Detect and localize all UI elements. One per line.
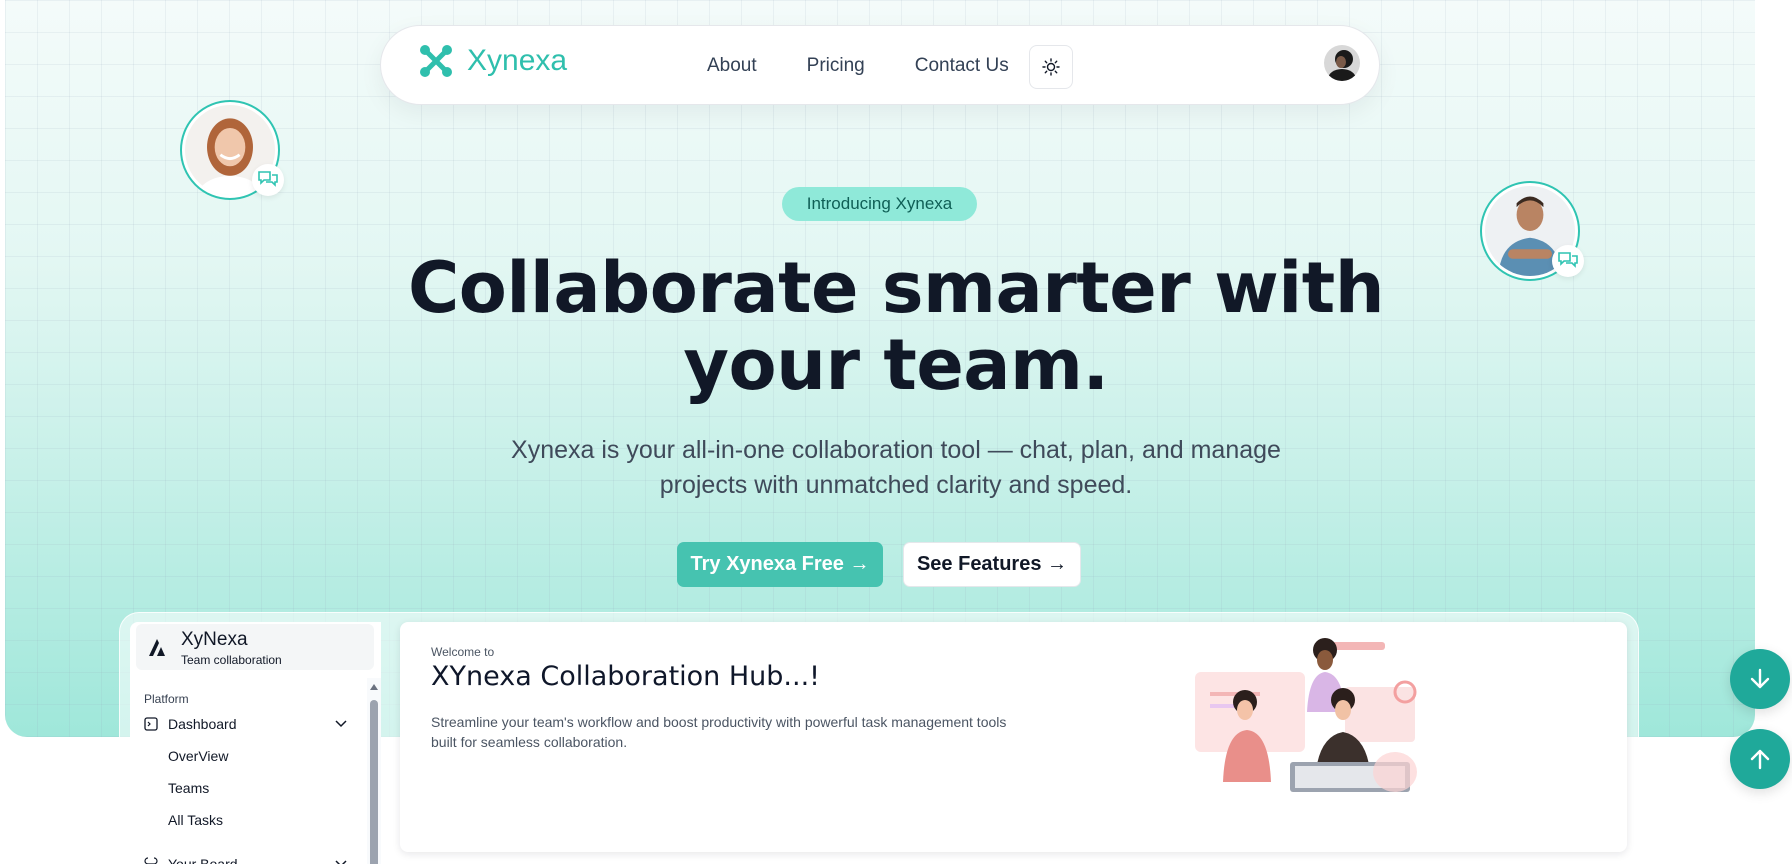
navbar: Xynexa About Pricing Contact Us xyxy=(380,25,1380,105)
arrow-down-icon xyxy=(1750,668,1770,689)
scroll-down-button[interactable] xyxy=(1730,649,1790,709)
hub-title: XYnexa Collaboration Hub...! xyxy=(431,661,820,692)
see-features-button[interactable]: See Features → xyxy=(903,542,1081,587)
hub-description-line-1: Streamline your team's workflow and boos… xyxy=(431,714,1007,730)
sidebar-section-label: Platform xyxy=(144,692,189,706)
nav-link-pricing[interactable]: Pricing xyxy=(807,55,865,77)
sidebar-item-dashboard[interactable]: Dashboard xyxy=(144,716,237,732)
sidebar-subitem-overview[interactable]: OverView xyxy=(168,748,228,764)
user-avatar-image xyxy=(1324,45,1360,81)
brand-name: Xynexa xyxy=(467,44,568,77)
hero-subtext-line-1: Xynexa is your all-in-one collaboration … xyxy=(511,436,1281,464)
intro-badge: Introducing Xynexa xyxy=(782,187,977,221)
hub-description-line-2: built for seamless collaboration. xyxy=(431,734,628,750)
hero-subtext: Xynexa is your all-in-one collaboration … xyxy=(446,433,1346,503)
hero-headline-line-1: Collaborate smarter with xyxy=(407,247,1385,329)
user-avatar[interactable] xyxy=(1324,45,1360,81)
sidebar-item-your-board[interactable]: Your Board xyxy=(144,856,238,864)
nav-link-contact[interactable]: Contact Us xyxy=(915,55,1009,77)
sidebar-scrollbar[interactable] xyxy=(367,678,381,864)
hub-description: Streamline your team's workflow and boos… xyxy=(431,712,1021,752)
command-icon xyxy=(144,857,158,864)
sidebar-subitem-all-tasks[interactable]: All Tasks xyxy=(168,812,223,828)
dashboard-icon xyxy=(144,717,158,731)
chevron-down-icon[interactable] xyxy=(335,720,347,728)
try-free-button[interactable]: Try Xynexa Free → xyxy=(677,542,883,587)
scrollbar-thumb[interactable] xyxy=(370,700,378,864)
nav-links: About Pricing Contact Us xyxy=(707,26,1009,106)
sidebar: XyNexa Team collaboration Platform Dashb… xyxy=(130,622,381,864)
workspace-logo-icon xyxy=(149,639,165,656)
floating-avatar-man xyxy=(1480,181,1584,281)
hero-headline-line-2: your team. xyxy=(683,324,1109,406)
brand-link[interactable]: Xynexa xyxy=(419,44,567,78)
chevron-down-icon[interactable] xyxy=(335,860,347,864)
welcome-label: Welcome to xyxy=(431,645,495,659)
sidebar-item-label: Your Board xyxy=(168,856,238,864)
hero-subtext-line-2: projects with unmatched clarity and spee… xyxy=(659,471,1133,499)
welcome-card: Welcome to XYnexa Collaboration Hub...! … xyxy=(400,622,1627,852)
scroll-up-button[interactable] xyxy=(1730,729,1790,789)
arrow-up-icon xyxy=(1750,749,1770,770)
team-collaboration-illustration xyxy=(1195,638,1417,792)
sidebar-subitem-teams[interactable]: Teams xyxy=(168,780,209,796)
sidebar-subtitle: Team collaboration xyxy=(181,653,282,667)
floating-avatar-woman xyxy=(180,100,284,200)
scroll-up-arrow-icon[interactable] xyxy=(370,684,378,690)
sun-icon xyxy=(1042,58,1060,76)
theme-toggle-button[interactable] xyxy=(1029,45,1073,89)
sidebar-title: XyNexa xyxy=(181,629,248,650)
chat-bubble-icon xyxy=(252,164,284,196)
xynexa-logo-icon xyxy=(420,45,452,77)
sidebar-header[interactable]: XyNexa Team collaboration xyxy=(136,624,374,670)
nav-link-about[interactable]: About xyxy=(707,55,757,77)
chat-bubble-icon xyxy=(1552,245,1584,277)
hero-headline: Collaborate smarter with your team. xyxy=(396,250,1396,404)
sidebar-item-label: Dashboard xyxy=(168,716,237,732)
